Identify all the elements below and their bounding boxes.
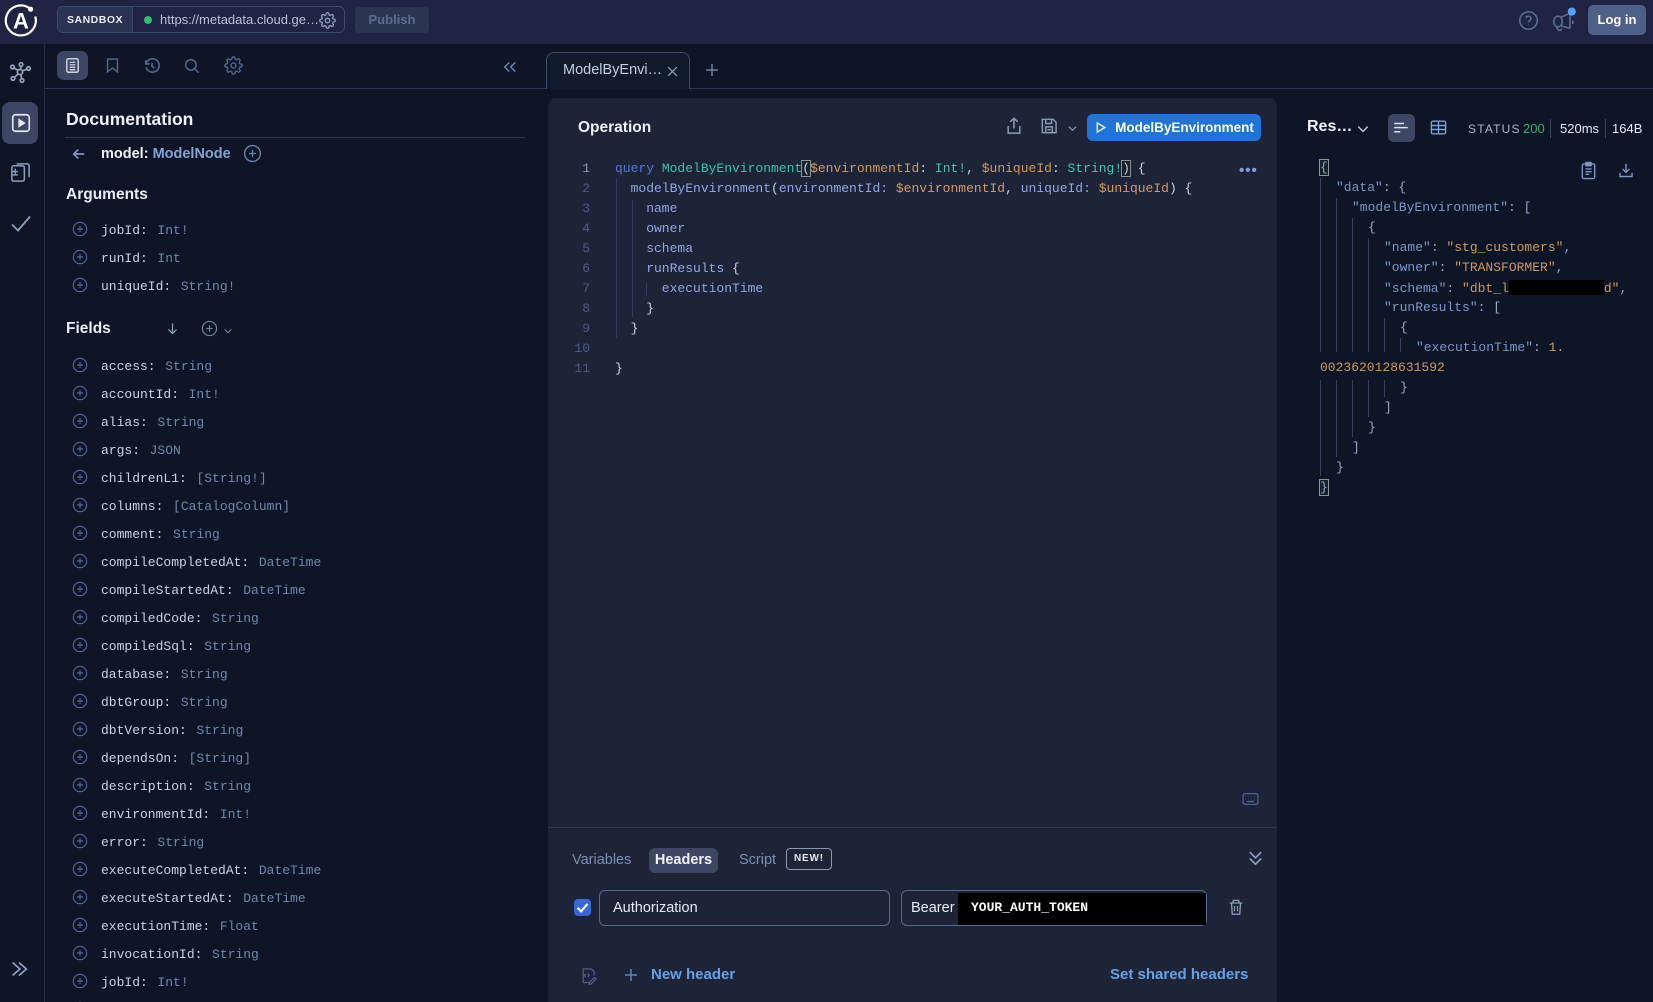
svg-text:A: A [13,9,29,34]
